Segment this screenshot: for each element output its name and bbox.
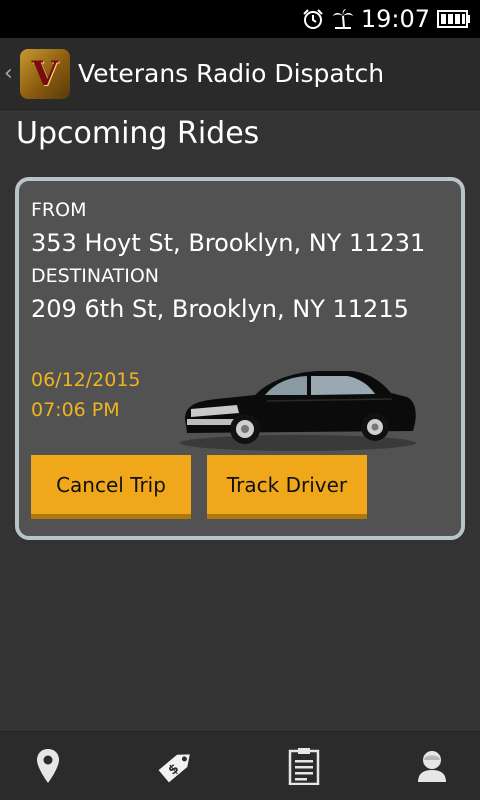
- action-bar: ‹ V Veterans Radio Dispatch: [0, 38, 480, 110]
- clipboard-icon: [288, 747, 320, 785]
- app-logo-letter: V: [31, 53, 59, 94]
- location-pin-icon: [37, 748, 59, 783]
- ride-date: 06/12/2015: [31, 369, 141, 391]
- alarm-icon: [301, 7, 325, 31]
- destination-label: DESTINATION: [31, 265, 160, 287]
- profile-icon: [418, 750, 446, 782]
- app-logo[interactable]: V: [20, 48, 70, 99]
- status-bar: 19:07: [0, 0, 480, 38]
- nav-rides[interactable]: [264, 730, 344, 800]
- battery-icon: [436, 7, 472, 31]
- car-image: [180, 371, 416, 451]
- cancel-trip-button[interactable]: Cancel Trip: [31, 455, 191, 519]
- nav-location[interactable]: [8, 730, 88, 800]
- nav-profile[interactable]: [392, 730, 472, 800]
- track-driver-button[interactable]: Track Driver: [207, 455, 367, 519]
- status-time: 19:07: [360, 5, 430, 33]
- page-title: Upcoming Rides: [16, 116, 260, 151]
- ride-time: 07:06 PM: [31, 399, 120, 421]
- nav-fares[interactable]: $: [136, 730, 216, 800]
- palm-tree-icon: [331, 7, 355, 31]
- from-address: 353 Hoyt St, Brooklyn, NY 11231: [31, 229, 426, 257]
- from-label: FROM: [31, 199, 87, 221]
- destination-address: 209 6th St, Brooklyn, NY 11215: [31, 295, 409, 323]
- back-chevron-icon[interactable]: ‹: [4, 62, 18, 85]
- bottom-nav: $: [0, 729, 480, 800]
- price-tag-icon: $: [158, 753, 190, 782]
- app-title: Veterans Radio Dispatch: [78, 59, 385, 88]
- ride-card: FROM 353 Hoyt St, Brooklyn, NY 11231 DES…: [15, 177, 465, 540]
